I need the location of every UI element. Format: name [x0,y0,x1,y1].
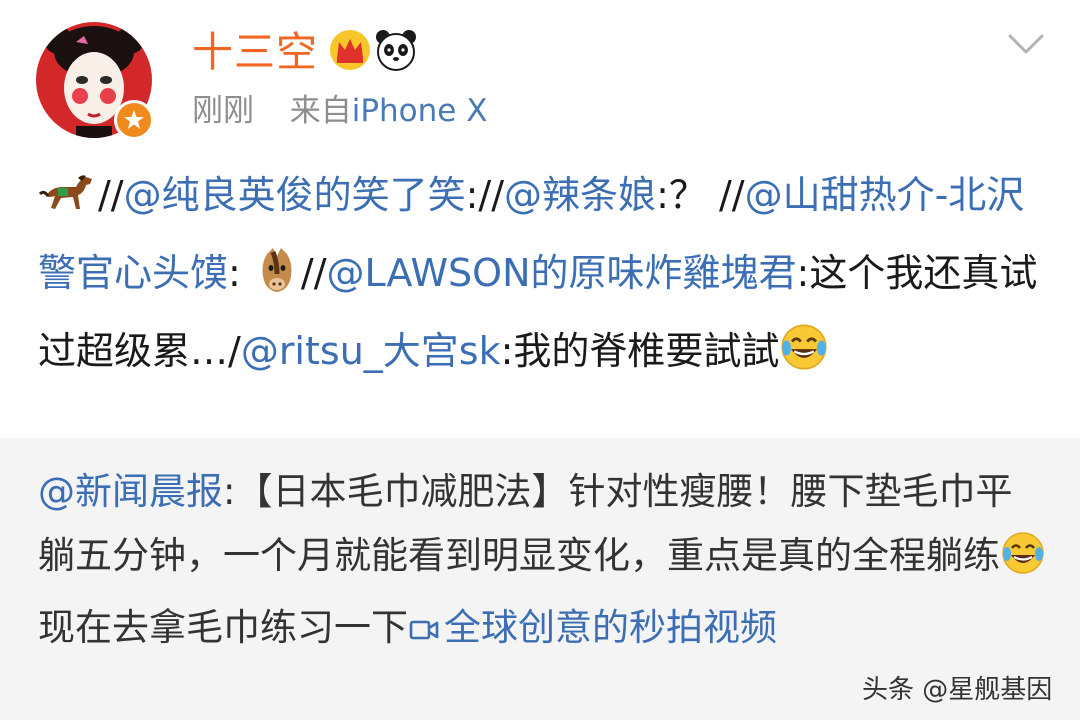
mention-link[interactable]: @辣条娘 [504,173,656,217]
source-prefix: 来自 [289,93,352,129]
post-time: 刚刚 [192,93,254,129]
post-text: // [300,251,327,295]
horse-face-emoji [253,246,301,316]
crown-icon [328,28,372,76]
video-link[interactable]: 全球创意的秒拍视频 [408,606,777,649]
running-horse-emoji [38,168,98,238]
chevron-down-icon[interactable] [1004,26,1048,62]
post-text: :？ // [656,173,745,217]
post-text: // [98,173,124,217]
panda-icon [374,28,418,76]
post-source[interactable]: iPhone X [352,93,488,129]
watermark: 头条 @星舰基因 [862,675,1053,705]
mention-link[interactable]: @ritsu_大宫sk [241,329,501,373]
verified-badge-icon [114,100,154,140]
laughing-tears-emoji [1000,530,1046,596]
repost-content-tail: 现在去拿毛巾练习一下 [38,606,408,649]
post-text: :// [465,173,505,217]
repost-text: @新闻晨报:【日本毛巾减肥法】针对性瘦腰！腰下垫毛巾平躺五分钟，一个月就能看到明… [38,460,1048,664]
post-text: :我的脊椎要試試 [500,329,780,373]
post-meta: 刚刚 来自iPhone X [192,88,487,134]
mention-link[interactable]: @纯良英俊的笑了笑 [124,173,466,217]
post-body: //@纯良英俊的笑了笑://@辣条娘:？ //@山甜热介-北沢警官心头馍: //… [38,160,1048,394]
video-link-label[interactable]: 全球创意的秒拍视频 [444,606,777,649]
post-text: : [228,251,253,295]
repost-mention[interactable]: @新闻晨报 [38,470,223,513]
username[interactable]: 十三空 [192,24,318,80]
mention-link[interactable]: @LAWSON的原味炸雞塊君 [327,251,797,295]
laughing-tears-emoji [779,322,829,394]
video-icon [408,600,440,664]
